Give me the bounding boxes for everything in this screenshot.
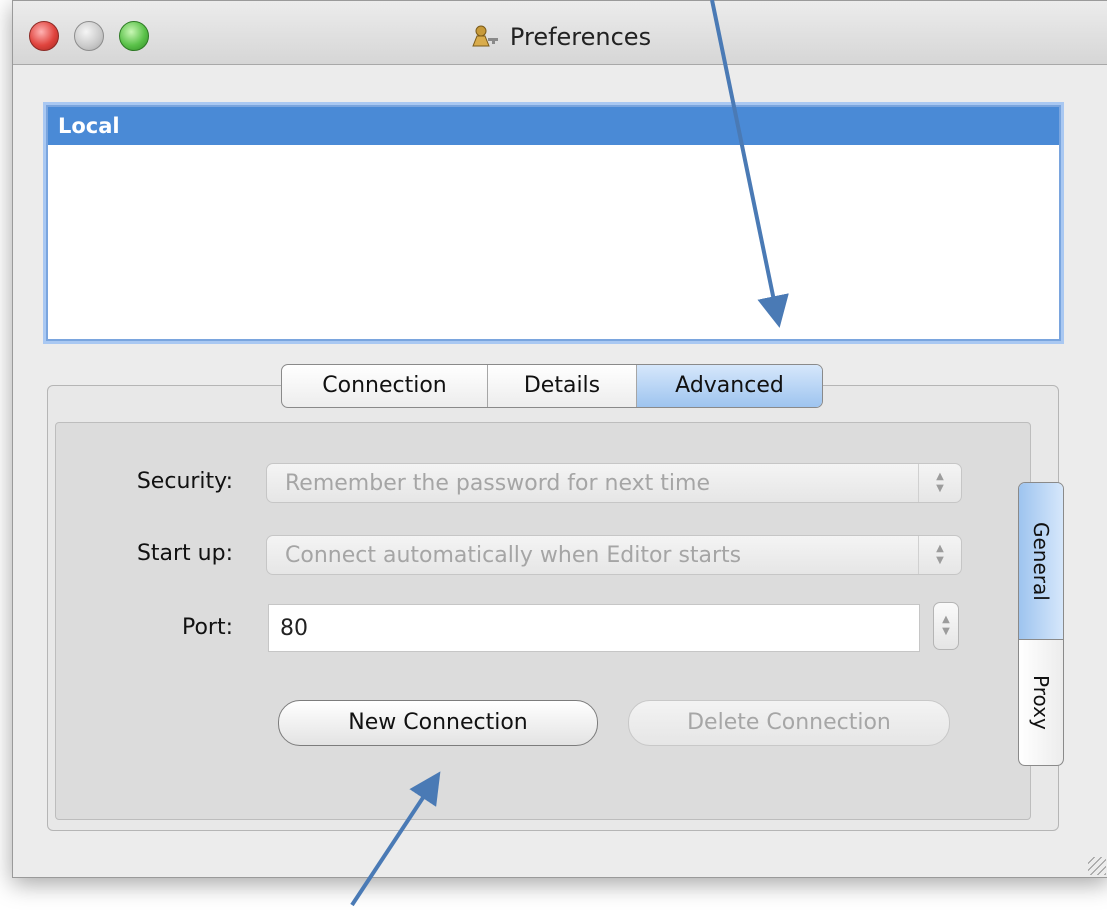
startup-select[interactable]: Connect automatically when Editor starts…: [266, 535, 962, 575]
delete-connection-button[interactable]: Delete Connection: [628, 700, 950, 746]
side-tab-proxy[interactable]: Proxy: [1019, 640, 1063, 765]
up-down-chevron-icon: ▲ ▼: [918, 464, 961, 502]
security-select[interactable]: Remember the password for next time ▲ ▼: [266, 463, 962, 503]
security-select-value: Remember the password for next time: [285, 471, 710, 496]
security-label: Security:: [136, 469, 233, 494]
side-tab-proxy-label: Proxy: [1029, 675, 1053, 730]
side-tab-bar: General Proxy: [1018, 482, 1064, 766]
tab-details[interactable]: Details: [488, 365, 637, 407]
window-title: Preferences: [509, 23, 652, 51]
new-connection-button[interactable]: New Connection: [278, 700, 598, 746]
window-title-area: Preferences: [13, 23, 1107, 51]
tab-bar: Connection Details Advanced: [281, 364, 823, 408]
port-stepper[interactable]: ▲ ▼: [933, 602, 959, 650]
list-item-local[interactable]: Local: [48, 107, 1059, 145]
port-label: Port:: [181, 615, 233, 640]
title-bar[interactable]: Preferences: [13, 1, 1107, 65]
port-field[interactable]: 80: [268, 604, 920, 652]
preferences-window: Preferences Local Connection Details Adv…: [12, 0, 1107, 878]
up-down-chevron-icon: ▲ ▼: [918, 536, 961, 574]
side-tab-general[interactable]: General: [1019, 483, 1063, 640]
side-tab-general-label: General: [1029, 521, 1053, 601]
tab-advanced[interactable]: Advanced: [637, 365, 822, 407]
connections-list[interactable]: Local: [46, 105, 1061, 341]
startup-select-value: Connect automatically when Editor starts: [285, 543, 742, 568]
startup-label: Start up:: [136, 541, 233, 566]
tab-connection[interactable]: Connection: [282, 365, 488, 407]
resize-grip-icon[interactable]: [1088, 857, 1106, 875]
keys-person-icon: [472, 25, 498, 47]
